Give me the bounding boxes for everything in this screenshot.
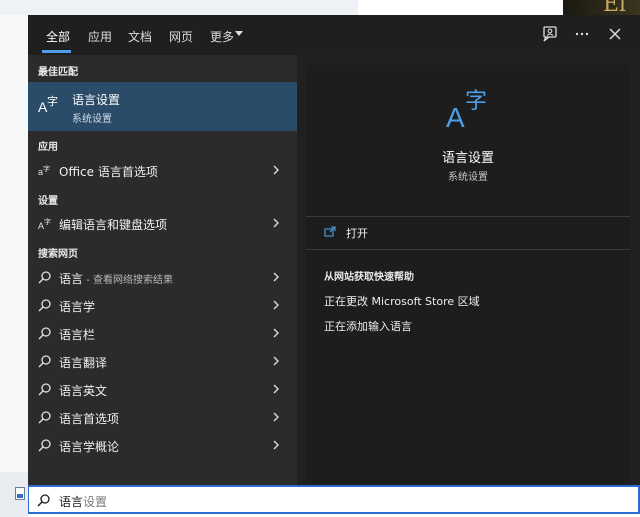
preview-header: A 字 语言设置 系统设置 bbox=[306, 65, 630, 215]
chevron-right-icon[interactable] bbox=[271, 271, 281, 283]
svg-text:A: A bbox=[446, 102, 465, 131]
best-match-title: 语言设置 bbox=[72, 93, 121, 107]
chevron-right-icon[interactable] bbox=[271, 217, 281, 229]
web-result[interactable]: 语言翻译 bbox=[28, 347, 297, 375]
language-settings-icon: A 字 bbox=[38, 94, 58, 115]
svg-text:字: 字 bbox=[465, 89, 487, 114]
search-icon bbox=[38, 439, 51, 452]
web-result[interactable]: 语言学概论 bbox=[28, 431, 297, 459]
background-window bbox=[358, 0, 563, 15]
svg-text:字: 字 bbox=[47, 94, 58, 108]
settings-result-language-keyboard[interactable]: A 字 编辑语言和键盘选项 bbox=[28, 209, 297, 237]
best-match-result[interactable]: A 字 语言设置 系统设置 bbox=[28, 82, 297, 131]
preview-title: 语言设置 bbox=[441, 151, 494, 166]
chevron-down-icon bbox=[235, 31, 243, 36]
search-icon bbox=[38, 271, 51, 284]
web-result-label: 语言学概论 bbox=[59, 440, 120, 454]
search-window: 全部 应用 文档 网页 更多 最佳匹配 A 字 语言设置 系统设置 应用 a 字… bbox=[28, 15, 640, 485]
desktop-background-top bbox=[0, 0, 640, 15]
web-result-label: 语言英文 bbox=[59, 384, 108, 398]
background-thumbnail: El bbox=[563, 0, 640, 15]
office-language-icon: a 字 bbox=[38, 164, 50, 177]
web-result-label: 语言栏 bbox=[59, 328, 96, 342]
search-icon bbox=[38, 299, 51, 312]
more-options-icon[interactable] bbox=[572, 24, 592, 44]
divider bbox=[306, 249, 630, 250]
search-icon bbox=[38, 411, 51, 424]
tab-apps[interactable]: 应用 bbox=[88, 28, 112, 45]
web-result[interactable]: 语言 - 查看网络搜索结果 bbox=[28, 263, 297, 291]
section-label-apps: 应用 bbox=[38, 142, 58, 153]
active-tab-indicator bbox=[42, 50, 71, 53]
close-icon[interactable] bbox=[605, 24, 625, 44]
feedback-icon[interactable] bbox=[540, 24, 560, 44]
file-icon[interactable] bbox=[15, 487, 25, 500]
preview-pane: A 字 语言设置 系统设置 打开 从网站获取快速帮助 正在更改 Microsof… bbox=[306, 65, 630, 485]
search-icon bbox=[38, 355, 51, 368]
tab-web[interactable]: 网页 bbox=[169, 28, 193, 45]
section-label-settings: 设置 bbox=[38, 196, 58, 207]
open-icon bbox=[324, 226, 336, 237]
help-link[interactable]: 正在更改 Microsoft Store 区域 bbox=[324, 293, 480, 309]
chevron-right-icon[interactable] bbox=[271, 439, 281, 451]
search-icon bbox=[38, 383, 51, 396]
results-pane: 最佳匹配 A 字 语言设置 系统设置 应用 a 字 Office 语言首选项 设… bbox=[28, 55, 297, 485]
chevron-right-icon[interactable] bbox=[271, 299, 281, 311]
web-result-label: 语言学 bbox=[59, 300, 96, 314]
help-link[interactable]: 正在添加输入语言 bbox=[324, 318, 412, 334]
chevron-right-icon[interactable] bbox=[271, 383, 281, 395]
search-box[interactable]: 语言设置 bbox=[28, 485, 640, 514]
web-result-label: 语言 - 查看网络搜索结果 bbox=[59, 272, 173, 286]
search-input[interactable]: 语言设置 bbox=[59, 493, 107, 510]
web-result[interactable]: 语言学 bbox=[28, 291, 297, 319]
open-label: 打开 bbox=[346, 227, 368, 240]
web-result-label: 语言翻译 bbox=[59, 356, 108, 370]
app-result-office-language[interactable]: a 字 Office 语言首选项 bbox=[28, 156, 297, 184]
tab-documents[interactable]: 文档 bbox=[128, 28, 152, 45]
tab-all[interactable]: 全部 bbox=[46, 28, 70, 45]
chevron-right-icon[interactable] bbox=[271, 355, 281, 367]
open-action[interactable]: 打开 bbox=[306, 217, 630, 247]
best-match-subtitle: 系统设置 bbox=[72, 114, 112, 125]
settings-result-label: 编辑语言和键盘选项 bbox=[59, 218, 168, 232]
web-result[interactable]: 语言首选项 bbox=[28, 403, 297, 431]
web-result[interactable]: 语言英文 bbox=[28, 375, 297, 403]
language-keyboard-icon: A 字 bbox=[38, 217, 51, 230]
web-result[interactable]: 语言栏 bbox=[28, 319, 297, 347]
tab-more[interactable]: 更多 bbox=[210, 28, 234, 45]
section-label-best-match: 最佳匹配 bbox=[38, 67, 78, 78]
preview-subtitle: 系统设置 bbox=[448, 172, 488, 183]
chevron-right-icon[interactable] bbox=[271, 327, 281, 339]
background-window bbox=[0, 0, 358, 15]
section-label-web: 搜索网页 bbox=[38, 249, 78, 260]
language-settings-icon: A 字 bbox=[446, 89, 487, 131]
svg-text:字: 字 bbox=[44, 217, 51, 226]
chevron-right-icon[interactable] bbox=[271, 411, 281, 423]
web-help-heading: 从网站获取快速帮助 bbox=[324, 272, 414, 283]
app-result-label: Office 语言首选项 bbox=[59, 165, 158, 179]
filter-tab-bar: 全部 应用 文档 网页 更多 bbox=[28, 15, 640, 55]
web-result-label: 语言首选项 bbox=[59, 412, 120, 426]
search-icon bbox=[37, 494, 50, 507]
chevron-right-icon[interactable] bbox=[271, 164, 281, 176]
svg-text:字: 字 bbox=[43, 164, 50, 173]
desktop-background-left bbox=[0, 15, 28, 517]
search-icon bbox=[38, 327, 51, 340]
